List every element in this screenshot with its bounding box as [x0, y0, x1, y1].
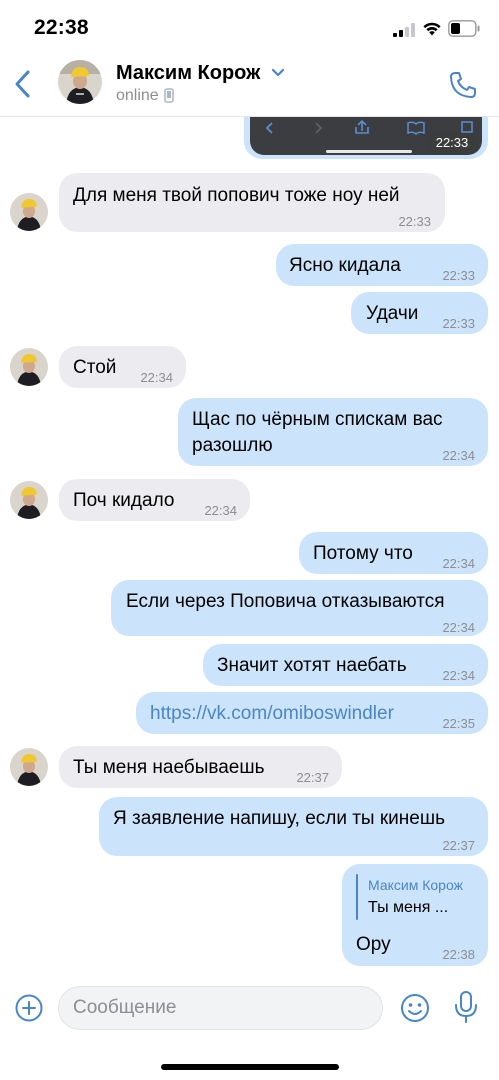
outgoing-message-bubble[interactable]: Потому что 22:34	[299, 532, 488, 574]
message-time: 22:34	[442, 556, 475, 571]
back-arrow-icon[interactable]	[10, 66, 36, 102]
message-time: 22:33	[398, 214, 431, 229]
contact-avatar[interactable]	[58, 60, 102, 104]
message-text-line-2: разошлю	[192, 435, 273, 456]
home-indicator[interactable]	[161, 1064, 339, 1070]
message-time: 22:34	[140, 370, 173, 385]
message-time: 22:33	[442, 316, 475, 331]
incoming-message-bubble[interactable]: Поч кидало 22:34	[59, 479, 250, 521]
message-text: Для меня твой попович тоже ноу ней	[73, 185, 400, 206]
incoming-message-bubble[interactable]: Стой 22:34	[59, 346, 186, 388]
outgoing-message-bubble[interactable]: https://vk.com/omiboswindler 22:35	[136, 692, 488, 734]
reply-quote-bar	[356, 874, 358, 920]
message-link[interactable]: https://vk.com/omiboswindler	[150, 701, 394, 726]
message-text: Ору	[356, 934, 391, 955]
message-time: 22:34	[204, 503, 237, 518]
outgoing-message-bubble[interactable]: Удачи 22:33	[351, 292, 488, 334]
message-time: 22:35	[442, 716, 475, 731]
outgoing-message-bubble[interactable]: Щас по чёрным спискам вас разошлю 22:34	[178, 398, 488, 466]
outgoing-reply-bubble[interactable]: Максим Корож Ты меня ... Ору 22:38	[342, 864, 488, 966]
battery-icon	[448, 20, 480, 37]
message-input[interactable]	[58, 986, 383, 1030]
wifi-icon	[423, 22, 441, 36]
outgoing-message-bubble[interactable]: Значит хотят наебать 22:34	[203, 644, 488, 686]
message-time: 22:34	[442, 448, 475, 463]
sender-avatar[interactable]	[10, 193, 48, 231]
message-time: 22:34	[442, 668, 475, 683]
incoming-message-bubble[interactable]: Ты меня наебываешь 22:37	[59, 746, 342, 788]
message-time: 22:38	[442, 947, 475, 962]
phone-call-icon[interactable]	[448, 70, 478, 100]
message-text: Если через Поповича отказываются	[126, 591, 445, 612]
contact-name[interactable]: Максим Корож	[116, 62, 260, 85]
message-text: Я заявление напишу, если ты кинешь	[113, 808, 445, 829]
image-time-badge: 22:33	[426, 133, 478, 153]
message-time: 22:33	[442, 268, 475, 283]
message-text: Поч кидало	[73, 490, 175, 511]
plus-circle-icon[interactable]	[14, 993, 44, 1023]
message-text: Потому что	[313, 543, 413, 564]
message-time: 22:34	[442, 620, 475, 635]
sender-avatar[interactable]	[10, 481, 48, 519]
message-text: Ты меня наебываешь	[73, 757, 265, 778]
message-text-line-1: Щас по чёрным спискам вас	[192, 409, 443, 430]
reply-snippet[interactable]: Ты меня ...	[368, 895, 448, 920]
outgoing-message-bubble[interactable]: Ясно кидала 22:33	[276, 244, 488, 286]
smile-icon[interactable]	[399, 992, 431, 1024]
message-time: 22:37	[442, 838, 475, 853]
message-text: Стой	[73, 357, 117, 378]
outgoing-message-bubble[interactable]: Если через Поповича отказываются 22:34	[111, 580, 488, 636]
sender-avatar[interactable]	[10, 748, 48, 786]
message-text: Значит хотят наебать	[217, 655, 407, 676]
status-time: 22:38	[34, 16, 89, 39]
message-text: Удачи	[366, 303, 419, 324]
cellular-signal-icon	[393, 23, 415, 37]
message-text: Ясно кидала	[289, 255, 401, 276]
outgoing-message-bubble[interactable]: Я заявление напишу, если ты кинешь 22:37	[99, 797, 488, 856]
message-time: 22:37	[296, 770, 329, 785]
mobile-phone-icon	[164, 88, 174, 103]
chevron-down-icon[interactable]	[271, 68, 285, 78]
incoming-message-bubble[interactable]: Для меня твой попович тоже ноу ней 22:33	[59, 173, 445, 232]
sender-avatar[interactable]	[10, 348, 48, 386]
microphone-icon[interactable]	[452, 990, 480, 1024]
online-status: online	[116, 87, 159, 104]
